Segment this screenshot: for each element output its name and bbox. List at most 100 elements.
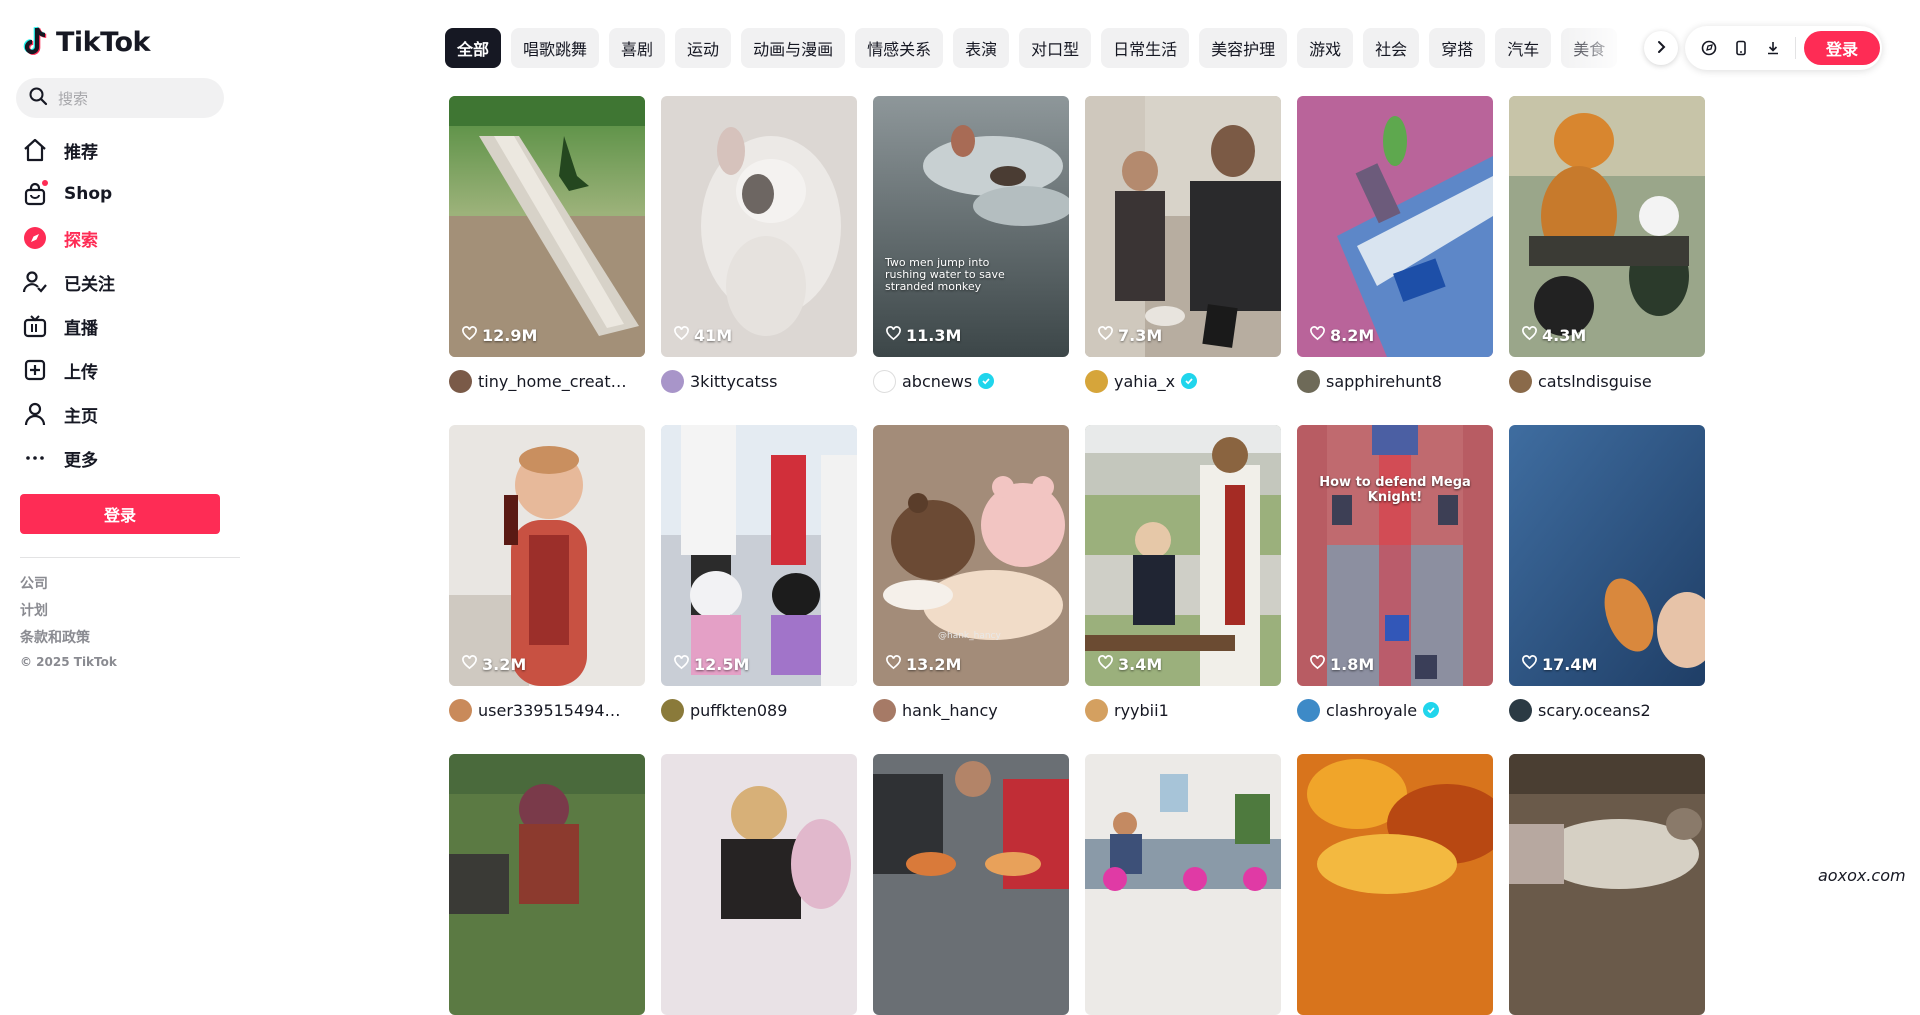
- video-card[interactable]: 41M 3kittycatss: [661, 96, 857, 395]
- category-chip[interactable]: 表演: [953, 28, 1010, 68]
- nav-item-following[interactable]: 已关注: [20, 260, 230, 304]
- nav-label: Shop: [64, 184, 113, 204]
- nav-item-recommended[interactable]: 推荐: [20, 128, 230, 172]
- video-card[interactable]: [449, 754, 645, 1015]
- category-chip[interactable]: 日常生活: [1101, 28, 1190, 68]
- footer-link-terms[interactable]: 条款和政策: [20, 627, 117, 654]
- sidebar-footer: 公司 计划 条款和政策 © 2025 TikTok: [20, 573, 117, 669]
- video-thumbnail[interactable]: [661, 754, 857, 1015]
- category-chip[interactable]: 社会: [1363, 28, 1420, 68]
- category-chip[interactable]: 情感关系: [855, 28, 944, 68]
- video-card[interactable]: [1509, 754, 1705, 1015]
- category-chip[interactable]: 唱歌跳舞: [511, 28, 600, 68]
- category-chip[interactable]: 游戏: [1297, 28, 1354, 68]
- category-chip[interactable]: 运动: [675, 28, 732, 68]
- nav-item-explore[interactable]: 探索: [20, 216, 230, 260]
- video-card[interactable]: 7.3M yahia_x: [1085, 96, 1281, 395]
- video-author[interactable]: user3395154942063: [449, 696, 645, 724]
- search-input[interactable]: 搜索: [16, 78, 224, 118]
- header-login-button[interactable]: 登录: [1804, 31, 1880, 65]
- nav-item-more[interactable]: 更多: [20, 436, 230, 480]
- video-card[interactable]: 12.5M puffkten089: [661, 425, 857, 724]
- avatar: [873, 369, 896, 393]
- video-card[interactable]: How to defend Mega Knight! 1.8M clashroy…: [1297, 425, 1493, 724]
- video-author[interactable]: catslndisguise: [1509, 367, 1705, 395]
- video-thumbnail[interactable]: Two men jump into rushing water to save …: [873, 96, 1069, 357]
- heart-outline-icon: [462, 655, 477, 674]
- video-thumbnail[interactable]: 3.2M: [449, 425, 645, 686]
- verified-badge-icon: [1181, 373, 1198, 389]
- like-count: 1.8M: [1310, 655, 1374, 674]
- video-author[interactable]: tiny_home_creations: [449, 367, 645, 395]
- video-author[interactable]: abcnews: [873, 367, 1069, 395]
- video-thumbnail[interactable]: [873, 754, 1069, 1015]
- coin-icon[interactable]: [1693, 32, 1725, 64]
- video-author[interactable]: hank_hancy: [873, 696, 1069, 724]
- video-thumbnail[interactable]: 41M: [661, 96, 857, 357]
- video-thumbnail[interactable]: 17.4M: [1509, 425, 1705, 686]
- search-placeholder: 搜索: [58, 89, 89, 108]
- nav-label: 已关注: [64, 274, 115, 295]
- video-thumbnail[interactable]: [1509, 754, 1705, 1015]
- header-actions: 登录: [1685, 26, 1882, 70]
- copyright: © 2025 TikTok: [20, 655, 117, 669]
- author-name: ryybii1: [1114, 700, 1169, 720]
- sidebar-login-button[interactable]: 登录: [20, 494, 220, 534]
- video-card[interactable]: 12.9M tiny_home_creations: [449, 96, 645, 395]
- video-author[interactable]: 3kittycatss: [661, 367, 857, 395]
- nav-item-profile[interactable]: 主页: [20, 392, 230, 436]
- video-card[interactable]: @hank_hancy 13.2M hank_hancy: [873, 425, 1069, 724]
- video-thumbnail[interactable]: 3.4M: [1085, 425, 1281, 686]
- video-card[interactable]: 8.2M sapphirehunt8: [1297, 96, 1493, 395]
- video-thumbnail[interactable]: @hank_hancy 13.2M: [873, 425, 1069, 686]
- video-card[interactable]: 3.4M ryybii1: [1085, 425, 1281, 724]
- footer-link-program[interactable]: 计划: [20, 600, 117, 627]
- video-thumbnail[interactable]: 4.3M: [1509, 96, 1705, 357]
- tiktok-logo[interactable]: TikTok: [22, 22, 150, 62]
- video-author[interactable]: clashroyale: [1297, 696, 1493, 724]
- video-card[interactable]: [661, 754, 857, 1015]
- video-thumbnail[interactable]: 12.5M: [661, 425, 857, 686]
- category-chip[interactable]: 美容护理: [1199, 28, 1288, 68]
- category-chip[interactable]: 穿搭: [1429, 28, 1486, 68]
- video-thumbnail[interactable]: [1085, 754, 1281, 1015]
- video-card[interactable]: Two men jump into rushing water to save …: [873, 96, 1069, 395]
- video-card[interactable]: [1297, 754, 1493, 1015]
- chevron-right-icon: [1654, 39, 1668, 58]
- nav-item-shop[interactable]: Shop: [20, 172, 230, 216]
- category-chip[interactable]: 喜剧: [609, 28, 666, 68]
- heart-outline-icon: [462, 326, 477, 345]
- nav-item-upload[interactable]: 上传: [20, 348, 230, 392]
- author-name: sapphirehunt8: [1326, 371, 1442, 391]
- video-card[interactable]: [1085, 754, 1281, 1015]
- phone-app-icon[interactable]: [1725, 32, 1757, 64]
- video-thumbnail[interactable]: How to defend Mega Knight! 1.8M: [1297, 425, 1493, 686]
- video-card[interactable]: [873, 754, 1069, 1015]
- video-author[interactable]: ryybii1: [1085, 696, 1281, 724]
- video-thumbnail[interactable]: 8.2M: [1297, 96, 1493, 357]
- video-thumbnail[interactable]: 7.3M: [1085, 96, 1281, 357]
- category-chip[interactable]: 动画与漫画: [741, 28, 846, 68]
- video-author[interactable]: yahia_x: [1085, 367, 1281, 395]
- video-card[interactable]: 3.2M user3395154942063: [449, 425, 645, 724]
- download-icon[interactable]: [1757, 32, 1789, 64]
- category-next-button[interactable]: [1644, 31, 1678, 65]
- nav-item-live[interactable]: 直播: [20, 304, 230, 348]
- category-chip-all[interactable]: 全部: [445, 28, 502, 68]
- video-card[interactable]: 4.3M catslndisguise: [1509, 96, 1705, 395]
- tiktok-note-icon: [22, 26, 50, 58]
- category-chip[interactable]: 对口型: [1019, 28, 1092, 68]
- video-card[interactable]: 17.4M scary.oceans2: [1509, 425, 1705, 724]
- heart-outline-icon: [674, 326, 689, 345]
- video-author[interactable]: sapphirehunt8: [1297, 367, 1493, 395]
- heart-outline-icon: [1098, 326, 1113, 345]
- video-thumbnail[interactable]: 12.9M: [449, 96, 645, 357]
- category-chip[interactable]: 汽车: [1495, 28, 1552, 68]
- more-dots-icon: [20, 443, 50, 473]
- like-count: 4.3M: [1522, 326, 1586, 345]
- footer-link-company[interactable]: 公司: [20, 573, 117, 600]
- video-author[interactable]: scary.oceans2: [1509, 696, 1705, 724]
- video-author[interactable]: puffkten089: [661, 696, 857, 724]
- video-thumbnail[interactable]: [1297, 754, 1493, 1015]
- video-thumbnail[interactable]: [449, 754, 645, 1015]
